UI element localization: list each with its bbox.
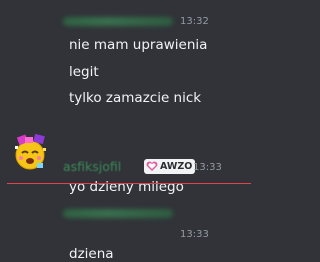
- blurred-username: [63, 17, 173, 26]
- message-timestamp: 13:33: [180, 229, 209, 240]
- message-text: nie mam uprawienia: [69, 37, 208, 53]
- message-text: legit: [69, 64, 99, 80]
- guild-tag-badge[interactable]: AWZO: [144, 159, 196, 174]
- message-timestamp: 13:32: [180, 16, 209, 27]
- sparkly-pixel-emoji-avatar-icon: [15, 133, 46, 170]
- chat-window: { "messages": [ { "time": "13:32", "line…: [0, 0, 251, 262]
- avatar[interactable]: [10, 133, 50, 173]
- message-text: yo dzieny milego: [69, 179, 184, 195]
- new-messages-divider: [7, 183, 251, 184]
- username[interactable]: asfiksjofil: [63, 159, 121, 175]
- message-text: dziena: [69, 246, 114, 262]
- guild-tag-label: AWZO: [160, 161, 193, 172]
- blurred-username: [63, 209, 173, 218]
- heart-icon: [146, 161, 158, 171]
- message-text: tylko zamazcie nick: [69, 90, 202, 106]
- message-timestamp: 13:33: [193, 162, 222, 173]
